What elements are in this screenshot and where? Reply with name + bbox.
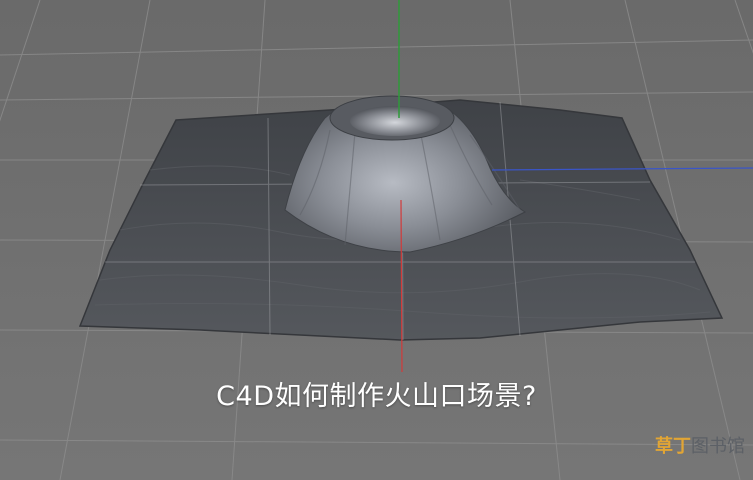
watermark-part-2: 图书馆 (691, 436, 745, 457)
viewport-screenshot: C4D如何制作火山口场景? 草丁图书馆 (0, 0, 753, 480)
watermark-logo: 草丁图书馆 (655, 432, 745, 458)
caption-title: C4D如何制作火山口场景? (216, 381, 537, 412)
crater-bowl (350, 106, 440, 136)
watermark-part-1: 草丁 (655, 436, 691, 457)
